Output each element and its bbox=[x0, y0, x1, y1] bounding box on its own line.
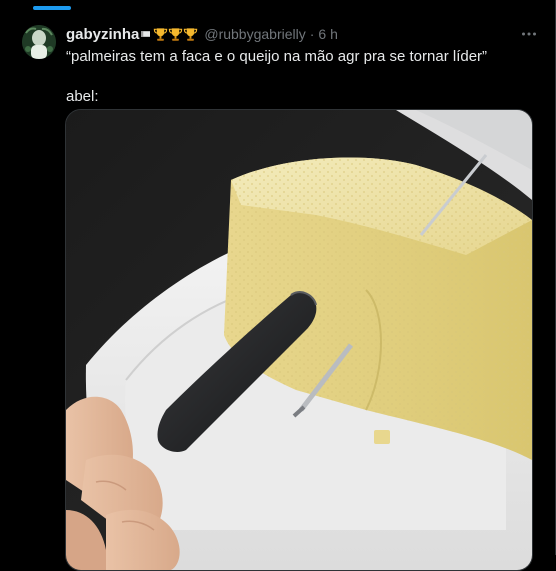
meta-separator: · bbox=[309, 26, 315, 42]
more-horizontal-icon bbox=[522, 32, 536, 36]
tweet[interactable]: gabyzinha @rubbygabrielly · 6 h “palmeir… bbox=[0, 0, 555, 571]
more-options-button[interactable] bbox=[517, 22, 541, 46]
tweet-media-photo[interactable] bbox=[65, 109, 533, 571]
trophy-icon bbox=[184, 28, 198, 41]
tweet-text: “palmeiras tem a faca e o queijo na mão … bbox=[66, 47, 535, 107]
emoji-flag-icon bbox=[141, 31, 151, 37]
photo-cheese-knife bbox=[66, 110, 532, 570]
avatar-image bbox=[22, 25, 56, 59]
user-handle[interactable]: @rubbygabrielly bbox=[204, 26, 305, 42]
timestamp[interactable]: 6 h bbox=[318, 26, 337, 42]
trophy-icon bbox=[169, 28, 183, 41]
tweet-text-line: abel: bbox=[66, 88, 99, 105]
display-name[interactable]: gabyzinha bbox=[66, 26, 139, 43]
tweet-header: gabyzinha @rubbygabrielly · 6 h bbox=[66, 24, 539, 44]
avatar[interactable] bbox=[22, 25, 56, 59]
tweet-text-line: “palmeiras tem a faca e o queijo na mão … bbox=[66, 48, 488, 65]
name-emoji-group bbox=[141, 26, 198, 42]
trophy-icon bbox=[154, 28, 168, 41]
